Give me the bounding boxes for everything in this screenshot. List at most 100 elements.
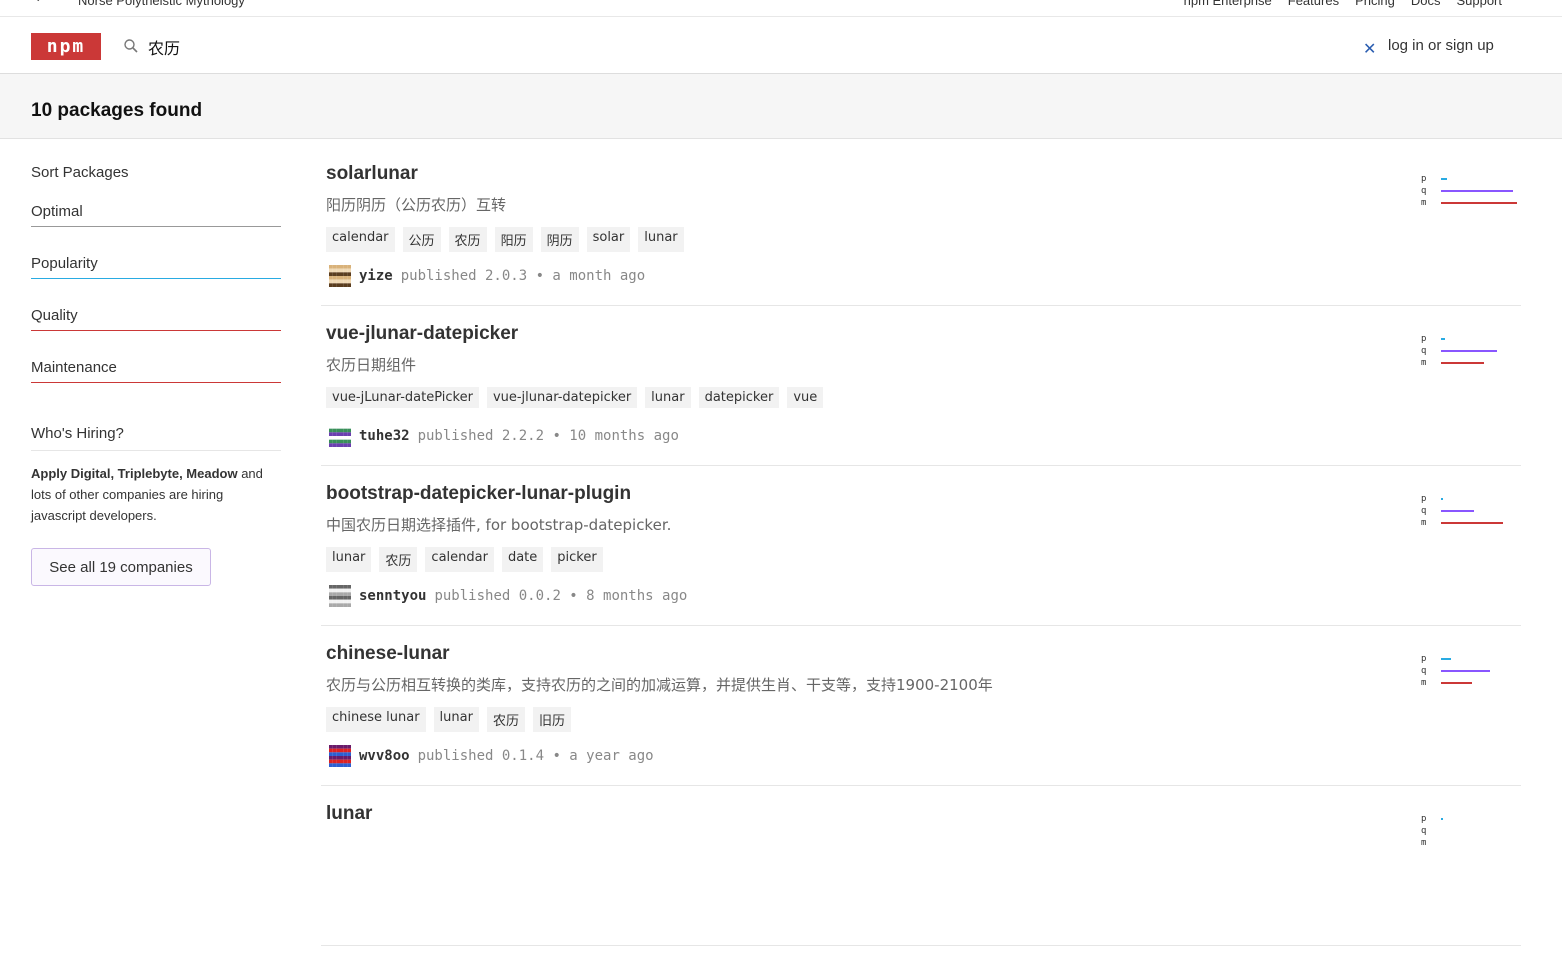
publisher-link[interactable]: yize [359,268,393,284]
keyword-tag[interactable]: 农历 [448,227,487,252]
keyword-tag[interactable]: vue-jlunar-datepicker [486,387,638,408]
avatar[interactable] [329,265,351,287]
package-keywords: vue-jLunar-datePicker vue-jlunar-datepick… [326,387,824,408]
publisher-link[interactable]: tuhe32 [359,428,410,444]
package-item: vue-jlunar-datepicker 农历日期组件 vue-jLunar-da… [321,320,1521,466]
top-strip: ❤ Norse Polytheistic Mythology npm Enter… [0,0,1562,17]
avatar[interactable] [329,585,351,607]
keyword-tag[interactable]: lunar [326,547,372,572]
score-label-m: m [1421,678,1427,688]
publisher-link[interactable]: senntyou [359,588,426,604]
keyword-tag[interactable]: lunar [645,387,691,408]
package-name-link[interactable]: solarlunar [326,163,418,185]
package-item: lunar p q m [321,800,1521,946]
score-label-q: q [1421,666,1427,676]
package-score-bars: pqm [1421,655,1521,695]
score-bar-p [1441,178,1447,180]
sort-option-label: Maintenance [31,359,117,376]
package-description: 农历与公历相互转换的类库，支持农历的之间的加减运算，并提供生肖、干支等，支持19… [326,676,993,694]
package-name-link[interactable]: vue-jlunar-datepicker [326,323,518,345]
npm-logo[interactable]: npm [31,33,101,60]
keyword-tag[interactable]: 旧历 [532,707,571,732]
score-label-p: p [1421,334,1427,344]
publish-info: yize published 2.0.3 • a month ago [329,265,645,287]
nav-support[interactable]: Support [1456,0,1502,8]
keyword-tag[interactable]: lunar [638,227,684,252]
nav-docs[interactable]: Docs [1411,0,1441,8]
see-all-companies-button[interactable]: See all 19 companies [31,548,211,586]
nav-pricing[interactable]: Pricing [1355,0,1395,8]
keyword-tag[interactable]: 农历 [379,547,418,572]
sort-option-label: Optimal [31,203,83,220]
nav-features[interactable]: Features [1288,0,1339,8]
score-label-m: m [1421,198,1427,208]
hiring-title: Who's Hiring? [31,425,281,451]
sort-title: Sort Packages [31,164,129,181]
published-version-date: published 0.1.4 • a year ago [417,748,654,764]
score-bar-p [1441,338,1445,340]
package-keywords: chinese lunar lunar 农历 旧历 [326,707,571,732]
package-item: bootstrap-datepicker-lunar-plugin 中国农历日期选… [321,480,1521,626]
score-label-q: q [1421,346,1427,356]
package-description: 中国农历日期选择插件, for bootstrap-datepicker. [326,516,672,534]
keyword-tag[interactable]: 农历 [486,707,525,732]
keyword-tag[interactable]: vue-jLunar-datePicker [326,387,479,408]
results-summary-bar: 10 packages found [0,74,1562,139]
keyword-tag[interactable]: picker [551,547,603,572]
package-name-link[interactable]: bootstrap-datepicker-lunar-plugin [326,483,631,505]
sort-option-maintenance[interactable]: Maintenance [31,359,281,389]
package-score-bars: pqm [1421,815,1521,855]
published-version-date: published 2.0.3 • a month ago [400,268,646,284]
package-item: solarlunar 阳历阴历（公历农历）互转 calendar 公历 农历 阳历 阴历 so… [321,160,1521,306]
login-link[interactable]: log in or sign up [1388,37,1494,54]
published-version-date: published 0.0.2 • 8 months ago [434,588,688,604]
keyword-tag[interactable]: lunar [433,707,479,732]
sort-option-label: Quality [31,307,78,324]
avatar[interactable] [329,425,351,447]
sort-option-quality[interactable]: Quality [31,307,281,337]
score-label-m: m [1421,358,1427,368]
package-score-bars: pqm [1421,335,1521,375]
avatar[interactable] [329,745,351,767]
package-name-link[interactable]: lunar [326,803,372,825]
npm-motto[interactable]: Norse Polytheistic Mythology [78,0,245,8]
keyword-tag[interactable]: calendar [326,227,395,252]
published-version-date: published 2.2.2 • 10 months ago [417,428,679,444]
package-keywords: calendar 公历 农历 阳历 阴历 solar lunar [326,227,684,252]
sidebar: Sort Packages Optimal Popularity Quality Ma… [31,160,281,586]
keyword-tag[interactable]: solar [586,227,631,252]
keyword-tag[interactable]: vue [787,387,824,408]
sort-option-popularity[interactable]: Popularity [31,255,281,285]
score-bar-p [1441,818,1443,820]
keyword-tag[interactable]: 公历 [402,227,441,252]
sort-option-underline [31,382,281,383]
keyword-tag[interactable]: 阳历 [494,227,533,252]
score-label-p: p [1421,654,1427,664]
sort-option-label: Popularity [31,255,98,272]
publisher-link[interactable]: wvv8oo [359,748,410,764]
keyword-tag[interactable]: 阴历 [540,227,579,252]
publish-info: senntyou published 0.0.2 • 8 months ago [329,585,687,607]
close-icon[interactable]: ✕ [1363,39,1376,59]
score-label-q: q [1421,826,1427,836]
publish-info: tuhe32 published 2.2.2 • 10 months ago [329,425,679,447]
keyword-tag[interactable]: datepicker [698,387,780,408]
sort-option-optimal[interactable]: Optimal [31,203,281,233]
search-input[interactable] [148,33,1308,61]
sort-option-underline [31,226,281,227]
package-results: solarlunar 阳历阴历（公历农历）互转 calendar 公历 农历 阳历 阴历 so… [321,160,1521,960]
score-bar-q [1441,510,1474,512]
keyword-tag[interactable]: calendar [425,547,494,572]
score-bar-p [1441,498,1443,500]
package-name-link[interactable]: chinese-lunar [326,643,450,665]
keyword-tag[interactable]: chinese lunar [326,707,426,732]
nav-enterprise[interactable]: npm Enterprise [1184,0,1272,8]
heart-icon[interactable]: ❤ [34,0,42,5]
results-count: 10 packages found [31,100,203,121]
keyword-tag[interactable]: date [501,547,544,572]
score-bar-p [1441,658,1451,660]
score-label-q: q [1421,506,1427,516]
hiring-companies[interactable]: Apply Digital, Triplebyte, Meadow [31,466,238,481]
score-label-p: p [1421,814,1427,824]
package-keywords: lunar 农历 calendar date picker [326,547,603,572]
